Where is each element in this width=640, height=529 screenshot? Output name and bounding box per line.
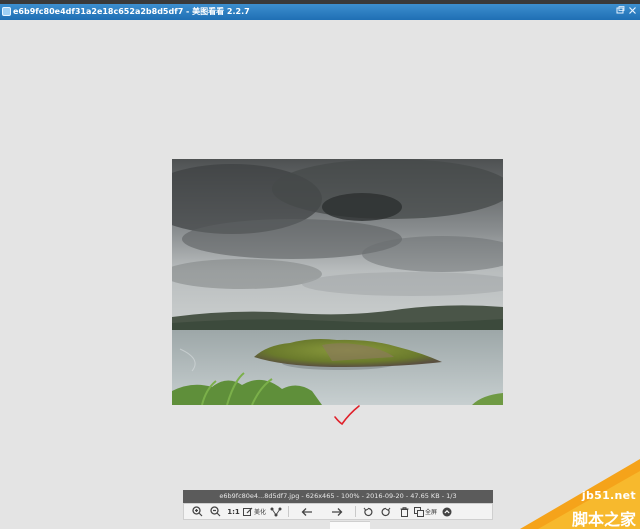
chevron-up-circle-icon	[442, 507, 452, 516]
original-size-label: 1:1	[227, 507, 240, 516]
watermark-name: 脚本之家	[571, 510, 636, 529]
toolbar-separator	[288, 506, 290, 517]
rotate-left-button[interactable]	[359, 504, 377, 519]
check-mark-annotation	[333, 404, 361, 430]
zoom-in-button[interactable]	[188, 504, 206, 519]
toolbox-label: 全屏	[425, 509, 438, 516]
edit-icon	[243, 507, 253, 516]
copy-icon	[414, 506, 425, 517]
thumbnail-strip-handle[interactable]	[330, 521, 370, 529]
viewer-toolbar: 1:1 美化 全屏	[183, 503, 493, 520]
image-info-bar: e6b9fc80e4...8d5df7.jpg - 626x465 - 100%…	[183, 490, 493, 503]
title-bar[interactable]: e6b9fc80e4df31a2e18c652a2b8d5df7 - 美图看看 …	[0, 4, 640, 20]
previous-image-button[interactable]	[292, 504, 322, 519]
window-controls	[615, 6, 637, 17]
original-size-button[interactable]: 1:1	[224, 504, 242, 519]
rotate-right-icon	[381, 507, 391, 516]
share-button[interactable]	[267, 504, 285, 519]
window-title: e6b9fc80e4df31a2e18c652a2b8d5df7 - 美图看看 …	[13, 7, 250, 16]
more-button[interactable]	[438, 504, 456, 519]
zoom-out-icon	[209, 506, 220, 517]
displayed-photo[interactable]	[172, 159, 503, 405]
beautify-button[interactable]: 美化	[242, 504, 267, 519]
next-image-button[interactable]	[322, 504, 352, 519]
arrow-right-icon	[332, 507, 343, 516]
close-icon[interactable]	[627, 6, 637, 17]
restore-icon[interactable]	[615, 6, 625, 17]
toolbar-separator	[355, 506, 357, 517]
share-icon	[270, 507, 282, 516]
beautify-label: 美化	[254, 509, 267, 516]
delete-button[interactable]	[395, 504, 413, 519]
trash-icon	[400, 506, 409, 517]
zoom-out-button[interactable]	[206, 504, 224, 519]
rotate-right-button[interactable]	[377, 504, 395, 519]
rotate-left-icon	[363, 507, 373, 516]
toolbox-button[interactable]: 全屏	[413, 504, 438, 519]
watermark: jb51.net 脚本之家	[520, 459, 640, 529]
watermark-site: jb51.net	[581, 489, 636, 502]
zoom-in-icon	[191, 506, 202, 517]
app-icon	[2, 7, 11, 16]
arrow-left-icon	[301, 507, 313, 516]
